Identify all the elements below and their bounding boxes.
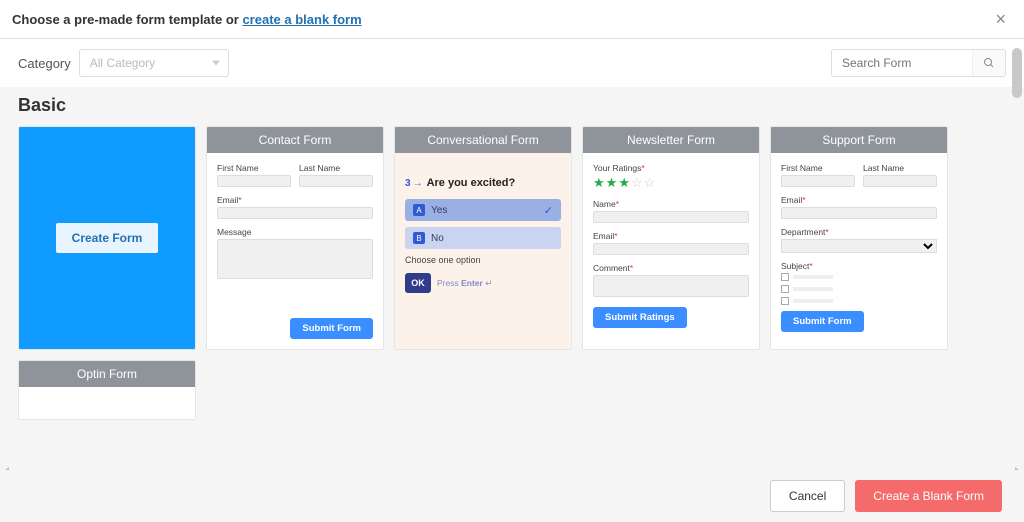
check-icon: ✓ <box>544 204 553 217</box>
contact-email-label: Email* <box>217 195 373 205</box>
star-icon: ☆ <box>631 175 643 191</box>
card-title: Support Form <box>771 127 947 153</box>
contact-last-name-label: Last Name <box>299 163 373 173</box>
checkbox-row <box>781 285 937 293</box>
support-first-name-label: First Name <box>781 163 855 173</box>
contact-last-name-input <box>299 175 373 187</box>
category-label: Category <box>18 56 71 71</box>
option-label: No <box>431 233 444 244</box>
modal-title-text: Choose a pre-made form template or <box>12 12 242 27</box>
contact-first-name-input <box>217 175 291 187</box>
card-create-form[interactable]: Create Form <box>18 126 196 350</box>
checkbox-row <box>781 297 937 305</box>
question-text: Are you excited? <box>427 177 516 189</box>
card-optin-form[interactable]: Optin Form <box>18 360 196 420</box>
star-icon: ☆ <box>644 175 656 191</box>
cancel-button[interactable]: Cancel <box>770 480 845 512</box>
option-key: B <box>413 232 425 244</box>
close-icon[interactable]: × <box>989 8 1012 30</box>
placeholder-bar <box>793 275 833 279</box>
support-department-label: Department* <box>781 227 937 237</box>
card-newsletter-form[interactable]: Newsletter Form Your Ratings* ★ ★ ★ ☆ ☆ … <box>582 126 760 350</box>
question-number: 3→ <box>405 178 423 189</box>
contact-message-area <box>217 239 373 279</box>
placeholder-bar <box>793 287 833 291</box>
newsletter-comment-area <box>593 275 749 297</box>
option-key: A <box>413 204 425 216</box>
section-title: Basic <box>18 95 1006 116</box>
star-icon: ★ <box>618 175 630 191</box>
checkbox-icon <box>781 297 789 305</box>
search-button[interactable] <box>972 50 1005 76</box>
contact-submit-button: Submit Form <box>290 318 373 339</box>
search-form <box>831 49 1006 77</box>
category-select-value: All Category <box>90 56 155 70</box>
scrollbar-thumb[interactable] <box>1012 48 1022 98</box>
card-title: Newsletter Form <box>583 127 759 153</box>
option-label: Yes <box>431 205 447 216</box>
create-blank-form-button[interactable]: Create a Blank Form <box>855 480 1002 512</box>
contact-message-label: Message <box>217 227 373 237</box>
option-yes: A Yes ✓ <box>405 199 561 221</box>
ratings-label: Your Ratings* <box>593 163 749 173</box>
search-icon <box>983 57 995 69</box>
card-contact-form[interactable]: Contact Form First Name Last Name Email* <box>206 126 384 350</box>
support-email-input <box>781 207 937 219</box>
search-input[interactable] <box>832 50 972 76</box>
card-title: Contact Form <box>207 127 383 153</box>
support-department-select <box>781 239 937 253</box>
star-icon: ★ <box>593 175 605 191</box>
newsletter-submit-button: Submit Ratings <box>593 307 687 328</box>
choose-hint: Choose one option <box>405 255 561 265</box>
checkbox-row <box>781 273 937 281</box>
star-rating: ★ ★ ★ ☆ ☆ <box>593 175 749 191</box>
vertical-scrollbar[interactable] <box>1010 46 1024 462</box>
contact-first-name-label: First Name <box>217 163 291 173</box>
support-email-label: Email* <box>781 195 937 205</box>
newsletter-email-input <box>593 243 749 255</box>
enter-hint: Press Enter ↵ <box>437 278 492 289</box>
modal-title: Choose a pre-made form template or creat… <box>12 12 362 27</box>
support-first-name-input <box>781 175 855 187</box>
star-icon: ★ <box>606 175 618 191</box>
ok-button: OK <box>405 273 431 293</box>
card-title: Conversational Form <box>395 127 571 153</box>
newsletter-name-label: Name* <box>593 199 749 209</box>
support-subject-label: Subject* <box>781 261 937 271</box>
support-submit-button: Submit Form <box>781 311 864 332</box>
create-form-button[interactable]: Create Form <box>56 223 159 253</box>
support-last-name-label: Last Name <box>863 163 937 173</box>
newsletter-email-label: Email* <box>593 231 749 241</box>
category-select[interactable]: All Category <box>79 49 229 77</box>
placeholder-bar <box>793 299 833 303</box>
contact-email-input <box>217 207 373 219</box>
card-conversational-form[interactable]: Conversational Form 3→ Are you excited? … <box>394 126 572 350</box>
create-blank-link[interactable]: create a blank form <box>242 12 361 27</box>
support-last-name-input <box>863 175 937 187</box>
card-support-form[interactable]: Support Form First Name Last Name Email* <box>770 126 948 350</box>
checkbox-icon <box>781 285 789 293</box>
newsletter-name-input <box>593 211 749 223</box>
option-no: B No <box>405 227 561 249</box>
card-title: Optin Form <box>19 361 195 387</box>
arrow-right-icon: → <box>413 178 423 189</box>
newsletter-comment-label: Comment* <box>593 263 749 273</box>
checkbox-icon <box>781 273 789 281</box>
